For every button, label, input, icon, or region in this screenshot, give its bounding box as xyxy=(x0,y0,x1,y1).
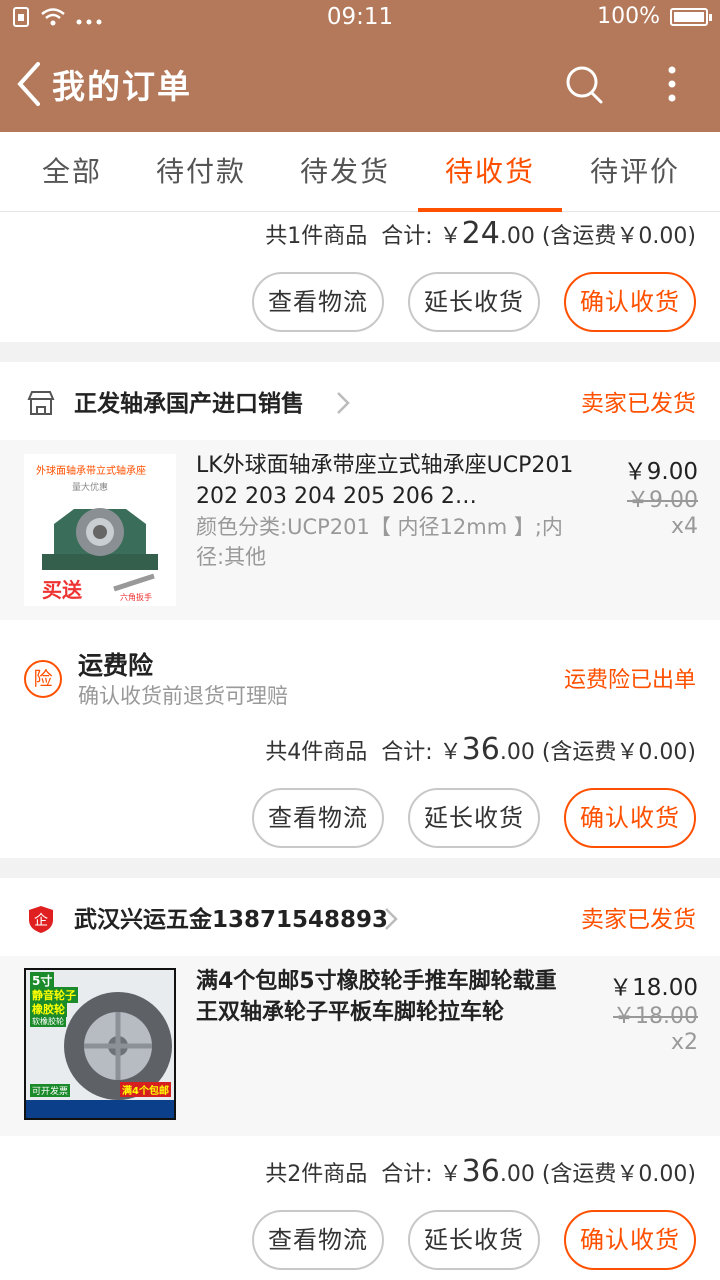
order-summary: 共1件商品 合计: ￥24.00 (含运费￥0.00) xyxy=(265,216,696,251)
tab-all[interactable]: 全部 xyxy=(0,132,144,212)
view-logistics-button[interactable]: 查看物流 xyxy=(252,272,384,332)
order-item[interactable]: 5寸 静音轮子 橡胶轮 软橡胶轮 可开发票 满4个包邮 满4个包邮5寸橡胶轮手推… xyxy=(0,956,720,1136)
extend-receipt-button[interactable]: 延长收货 xyxy=(408,788,540,848)
chevron-right-icon xyxy=(337,392,350,414)
chevron-right-icon xyxy=(385,908,398,930)
order-summary: 共2件商品 合计: ￥36.00 (含运费￥0.00) xyxy=(265,1154,696,1189)
status-bar: 09:11 100% xyxy=(0,0,720,36)
tab-pending-shipment[interactable]: 待发货 xyxy=(273,132,417,212)
total-amount: 36 xyxy=(461,732,500,767)
total-label: 合计: xyxy=(381,740,433,765)
shop-header[interactable]: 企 武汉兴运五金13871548893 卖家已发货 xyxy=(0,878,720,958)
product-original-price: ￥9.00 xyxy=(627,488,698,513)
more-button[interactable] xyxy=(652,62,692,106)
order-card: 共1件商品 合计: ￥24.00 (含运费￥0.00) 查看物流 延长收货 确认… xyxy=(0,212,720,342)
shop-header[interactable]: 正发轴承国产进口销售 卖家已发货 xyxy=(0,362,720,442)
shipping-fee: (含运费￥0.00) xyxy=(541,1162,696,1187)
product-image-caption: 外球面轴承带立式轴承座 xyxy=(36,466,146,477)
product-image-invoice: 可开发票 xyxy=(30,1084,71,1097)
item-count: 共4件商品 xyxy=(265,740,368,765)
confirm-receipt-button[interactable]: 确认收货 xyxy=(564,1210,696,1270)
tab-pending-payment[interactable]: 待付款 xyxy=(129,132,273,212)
product-title: LK外球面轴承带座立式轴承座UCP201 202 203 204 205 206… xyxy=(196,453,574,509)
product-title: 满4个包邮5寸橡胶轮手推车脚轮载重王双轴承轮子平板车脚轮拉车轮 xyxy=(196,969,557,1025)
chevron-left-icon xyxy=(17,62,40,106)
order-card: 正发轴承国产进口销售 卖家已发货 外球面轴承带立式轴承座 量大优惠 买送 六角扳… xyxy=(0,362,720,858)
product-image-promo: 买送 xyxy=(42,578,82,602)
product-image-tag: 量大优惠 xyxy=(72,483,109,493)
total-label: 合计: xyxy=(381,224,433,249)
product-price: ￥9.00 xyxy=(623,459,698,485)
insurance-subtitle: 确认收货前退货可理赔 xyxy=(78,684,288,708)
item-count: 共1件商品 xyxy=(265,224,368,249)
page-title: 我的订单 xyxy=(52,67,192,106)
order-status: 卖家已发货 xyxy=(581,391,696,417)
order-item[interactable]: 外球面轴承带立式轴承座 量大优惠 买送 六角扳手 LK外球面轴承带座立式轴承座U… xyxy=(0,440,720,620)
product-image-caption: 软橡胶轮 xyxy=(30,1016,66,1027)
product-image: 外球面轴承带立式轴承座 量大优惠 买送 六角扳手 xyxy=(24,454,176,606)
product-image-tool: 六角扳手 xyxy=(120,593,152,602)
back-button[interactable] xyxy=(10,58,50,110)
product-quantity: x4 xyxy=(670,514,698,539)
order-card: 企 武汉兴运五金13871548893 卖家已发货 5寸 静音轮子 橡胶轮 软橡… xyxy=(0,878,720,1280)
product-sku: 颜色分类:UCP201【 内径12mm 】;内径:其他 xyxy=(196,515,563,569)
battery-percent: 100% xyxy=(597,4,660,29)
total-decimal: .00 xyxy=(499,224,535,249)
insurance-status: 运费险已出单 xyxy=(563,668,696,693)
total-decimal: .00 xyxy=(499,1162,535,1187)
view-logistics-button[interactable]: 查看物流 xyxy=(252,788,384,848)
view-logistics-button[interactable]: 查看物流 xyxy=(252,1210,384,1270)
currency: ￥ xyxy=(439,1162,462,1187)
total-amount: 24 xyxy=(461,216,500,251)
order-list: 共1件商品 合计: ￥24.00 (含运费￥0.00) 查看物流 延长收货 确认… xyxy=(0,212,720,1280)
store-icon xyxy=(27,391,55,415)
extend-receipt-button[interactable]: 延长收货 xyxy=(408,1210,540,1270)
product-image-promo: 满4个包邮 xyxy=(120,1082,171,1097)
total-decimal: .00 xyxy=(499,740,535,765)
confirm-receipt-button[interactable]: 确认收货 xyxy=(564,272,696,332)
insurance-title: 运费险 xyxy=(78,651,154,680)
enterprise-shop-icon: 企 xyxy=(29,906,53,933)
confirm-receipt-button[interactable]: 确认收货 xyxy=(564,788,696,848)
product-original-price: ￥18.00 xyxy=(613,1004,698,1029)
item-count: 共2件商品 xyxy=(265,1162,368,1187)
product-quantity: x2 xyxy=(670,1030,698,1055)
total-amount: 36 xyxy=(461,1154,500,1189)
product-image-caption: 橡胶轮 xyxy=(30,1001,67,1017)
more-vertical-icon xyxy=(668,66,676,102)
product-image: 5寸 静音轮子 橡胶轮 软橡胶轮 可开发票 满4个包邮 xyxy=(24,968,176,1120)
search-icon xyxy=(566,66,603,104)
currency: ￥ xyxy=(439,224,462,249)
battery-icon xyxy=(670,7,712,26)
header-bar: 我的订单 xyxy=(0,36,720,132)
shipping-fee: (含运费￥0.00) xyxy=(541,740,696,765)
tab-pending-review[interactable]: 待评价 xyxy=(563,132,707,212)
insurance-icon: 险 xyxy=(24,660,62,698)
shipping-insurance[interactable]: 险 运费险 确认收货前退货可理赔 运费险已出单 xyxy=(0,628,720,728)
shop-name: 正发轴承国产进口销售 xyxy=(74,391,304,417)
order-status: 卖家已发货 xyxy=(581,907,696,933)
tab-pending-receipt[interactable]: 待收货 xyxy=(418,132,562,212)
currency: ￥ xyxy=(439,740,462,765)
product-price: ￥18.00 xyxy=(609,975,698,1001)
shop-name: 武汉兴运五金13871548893 xyxy=(74,907,389,933)
svg-text:企: 企 xyxy=(34,912,48,929)
search-button[interactable] xyxy=(562,62,606,106)
order-tabs: 全部 待付款 待发货 待收货 待评价 xyxy=(0,132,720,212)
extend-receipt-button[interactable]: 延长收货 xyxy=(408,272,540,332)
order-summary: 共4件商品 合计: ￥36.00 (含运费￥0.00) xyxy=(265,732,696,767)
total-label: 合计: xyxy=(381,1162,433,1187)
shipping-fee: (含运费￥0.00) xyxy=(541,224,696,249)
